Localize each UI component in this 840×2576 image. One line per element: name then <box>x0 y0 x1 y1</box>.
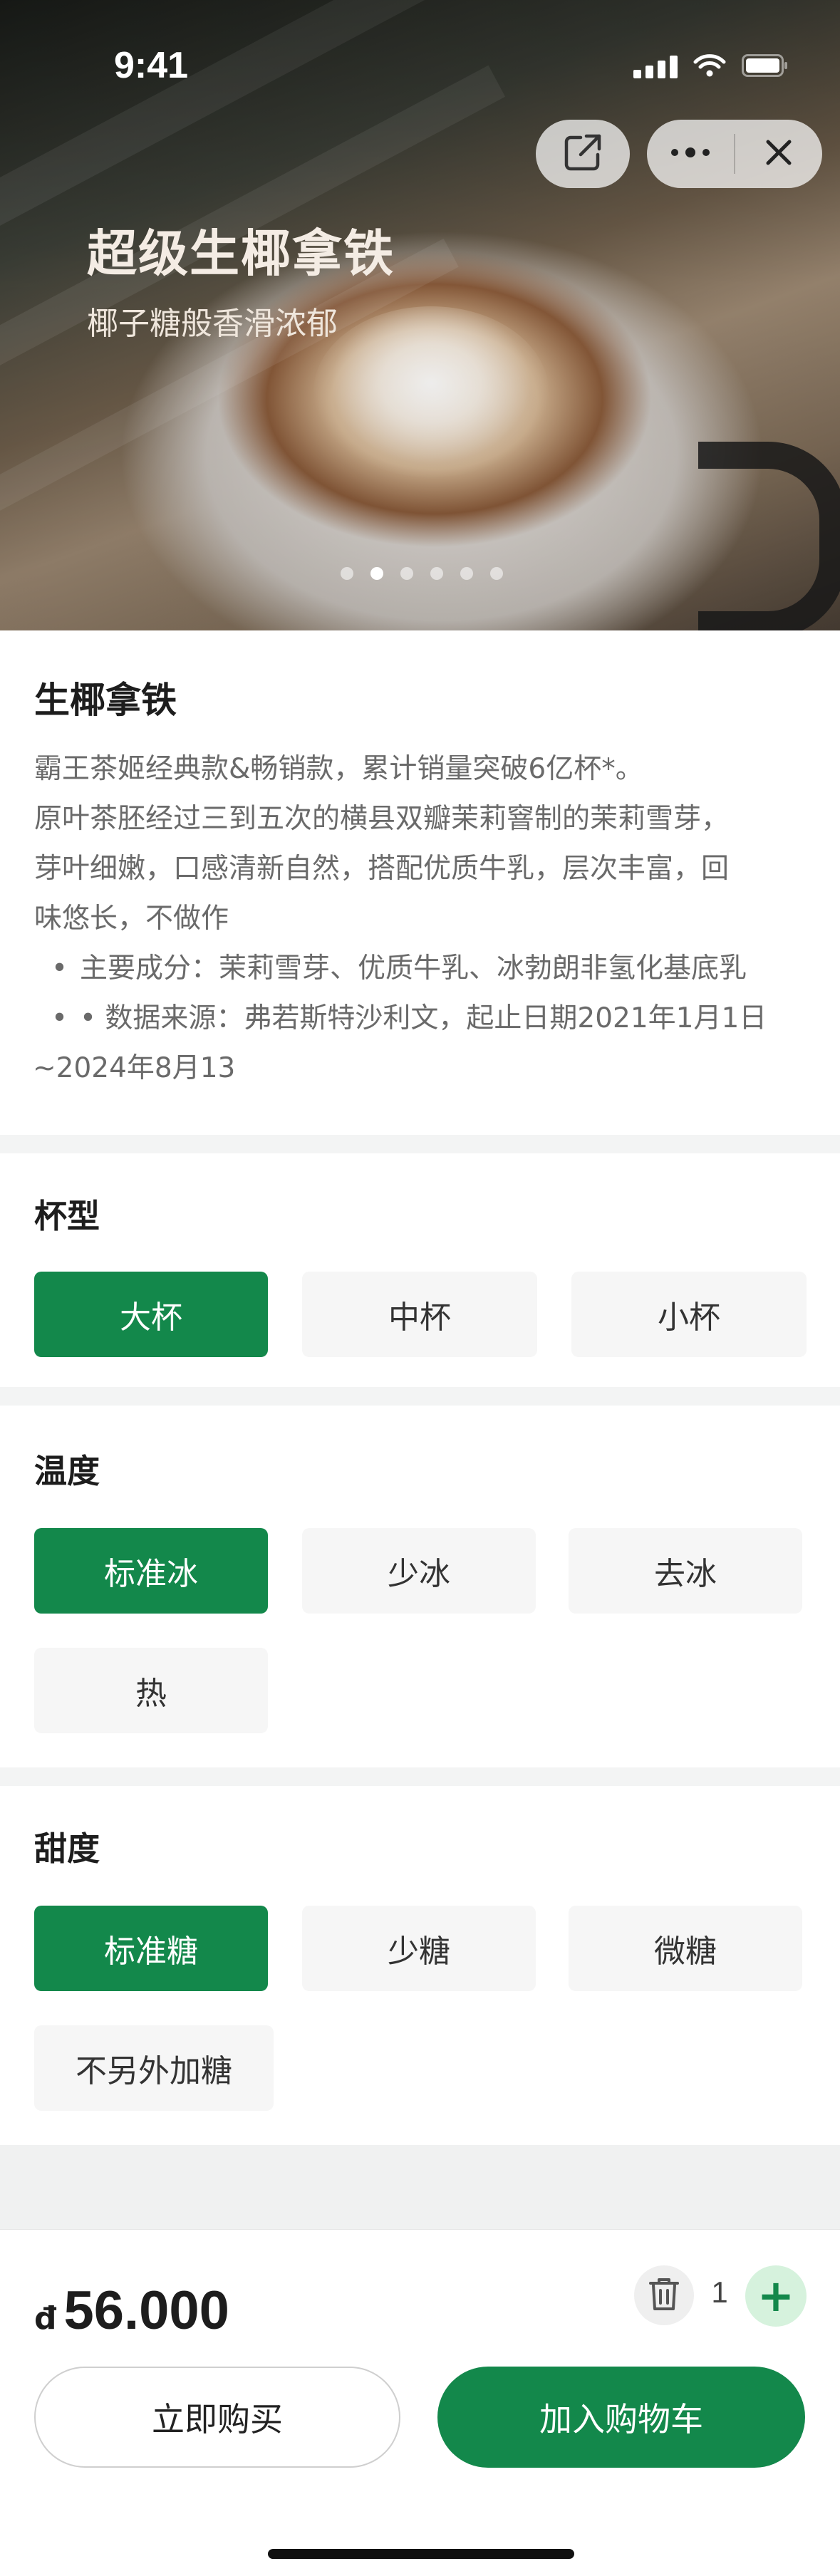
description-line: 芽叶细嫩，口感清新自然，搭配优质牛乳，层次丰富，回 <box>34 853 730 885</box>
price-amount: 56.000 <box>63 2280 229 2341</box>
size-option-small[interactable]: 小杯 <box>571 1272 807 1357</box>
add-quantity-button[interactable]: + <box>745 2265 807 2327</box>
share-button[interactable] <box>536 120 630 188</box>
source-text: • 数据来源：弗若斯特沙利文，起止日期2021年1月1日 <box>80 1002 767 1034</box>
size-option-large[interactable]: 大杯 <box>34 1272 268 1357</box>
product-description: 生椰拿铁 霸王茶姬经典款&畅销款，累计销量突破6亿杯*。 原叶茶胚经过三到五次的… <box>0 630 840 1135</box>
carousel-dot[interactable] <box>430 567 443 580</box>
signal-icon <box>633 53 678 78</box>
temp-option-hot[interactable]: 热 <box>34 1648 268 1733</box>
battery-icon <box>742 54 789 77</box>
description-line: 味悠长，不做作 <box>34 903 229 935</box>
add-to-cart-button[interactable]: 加入购物车 <box>437 2367 805 2468</box>
temperature-section: 温度 标准冰 少冰 去冰 热 <box>0 1406 840 1767</box>
size-title: 杯型 <box>34 1197 100 1235</box>
checkout-bar: đ 56.000 1 + 立即购买 加入购物车 <box>0 2229 840 2576</box>
buy-now-button[interactable]: 立即购买 <box>34 2367 400 2468</box>
carousel-dot[interactable] <box>400 567 413 580</box>
close-button[interactable] <box>735 120 822 188</box>
home-indicator <box>268 2549 574 2559</box>
temp-option-less-ice[interactable]: 少冰 <box>302 1528 536 1614</box>
temp-option-standard-ice[interactable]: 标准冰 <box>34 1528 268 1614</box>
more-icon <box>669 147 712 161</box>
ingredient-text: 主要成分：茉莉雪芽、优质牛乳、冰勃朗非氢化基底乳 <box>80 952 747 985</box>
remove-button[interactable] <box>634 2265 694 2325</box>
section-divider <box>0 1135 840 1153</box>
status-time: 9:41 <box>114 45 189 86</box>
sweet-option-less[interactable]: 少糖 <box>302 1906 536 1991</box>
product-name: 生椰拿铁 <box>34 680 177 721</box>
hero-subtitle: 椰子糖般香滑浓郁 <box>87 306 338 342</box>
currency-symbol: đ <box>34 2300 57 2337</box>
description-text: 霸王茶姬经典款&畅销款，累计销量突破6亿杯*。 原叶茶胚经过三到五次的横县双瓣茉… <box>33 744 811 1094</box>
sweet-option-standard[interactable]: 标准糖 <box>34 1906 268 1991</box>
hero-banner[interactable]: 9:41 超级生椰拿铁 椰子糖般香滑浓郁 <box>0 0 840 630</box>
price: đ 56.000 <box>34 2280 229 2342</box>
temp-option-no-ice[interactable]: 去冰 <box>569 1528 802 1614</box>
carousel-dots[interactable] <box>341 567 503 580</box>
hero-title: 超级生椰拿铁 <box>87 224 395 283</box>
quantity: 1 <box>711 2275 728 2309</box>
temperature-title: 温度 <box>34 1452 100 1490</box>
more-button[interactable] <box>647 120 734 188</box>
source-text-cont: ~2024年8月13 <box>33 1052 236 1084</box>
status-icons <box>633 51 789 80</box>
ingredient-bullet: 主要成分：茉莉雪芽、优质牛乳、冰勃朗非氢化基底乳 <box>34 944 811 994</box>
section-divider <box>0 1767 840 1786</box>
size-option-medium[interactable]: 中杯 <box>302 1272 537 1357</box>
carousel-dot[interactable] <box>370 567 383 580</box>
trash-icon <box>648 2276 680 2315</box>
carousel-dot[interactable] <box>490 567 503 580</box>
mini-program-capsule <box>647 120 822 188</box>
close-icon <box>764 137 794 170</box>
wifi-icon <box>693 53 726 78</box>
sweet-option-slight[interactable]: 微糖 <box>569 1906 802 1991</box>
sweetness-title: 甜度 <box>34 1829 100 1868</box>
page-spacer <box>0 2145 840 2229</box>
description-line: 原叶茶胚经过三到五次的横县双瓣茉莉窨制的茉莉雪芽， <box>34 803 730 835</box>
carousel-dot[interactable] <box>460 567 473 580</box>
plus-icon: + <box>757 2270 794 2322</box>
description-line: 霸王茶姬经典款&畅销款，累计销量突破6亿杯*。 <box>34 753 643 785</box>
share-icon <box>562 132 603 176</box>
section-divider <box>0 1387 840 1406</box>
sweetness-section: 甜度 标准糖 少糖 微糖 不另外加糖 <box>0 1786 840 2145</box>
sweet-option-no-added[interactable]: 不另外加糖 <box>34 2025 274 2111</box>
carousel-dot[interactable] <box>341 567 353 580</box>
size-section: 杯型 大杯 中杯 小杯 <box>0 1153 840 1387</box>
source-bullet: • 数据来源：弗若斯特沙利文，起止日期2021年1月1日 <box>34 994 811 1044</box>
